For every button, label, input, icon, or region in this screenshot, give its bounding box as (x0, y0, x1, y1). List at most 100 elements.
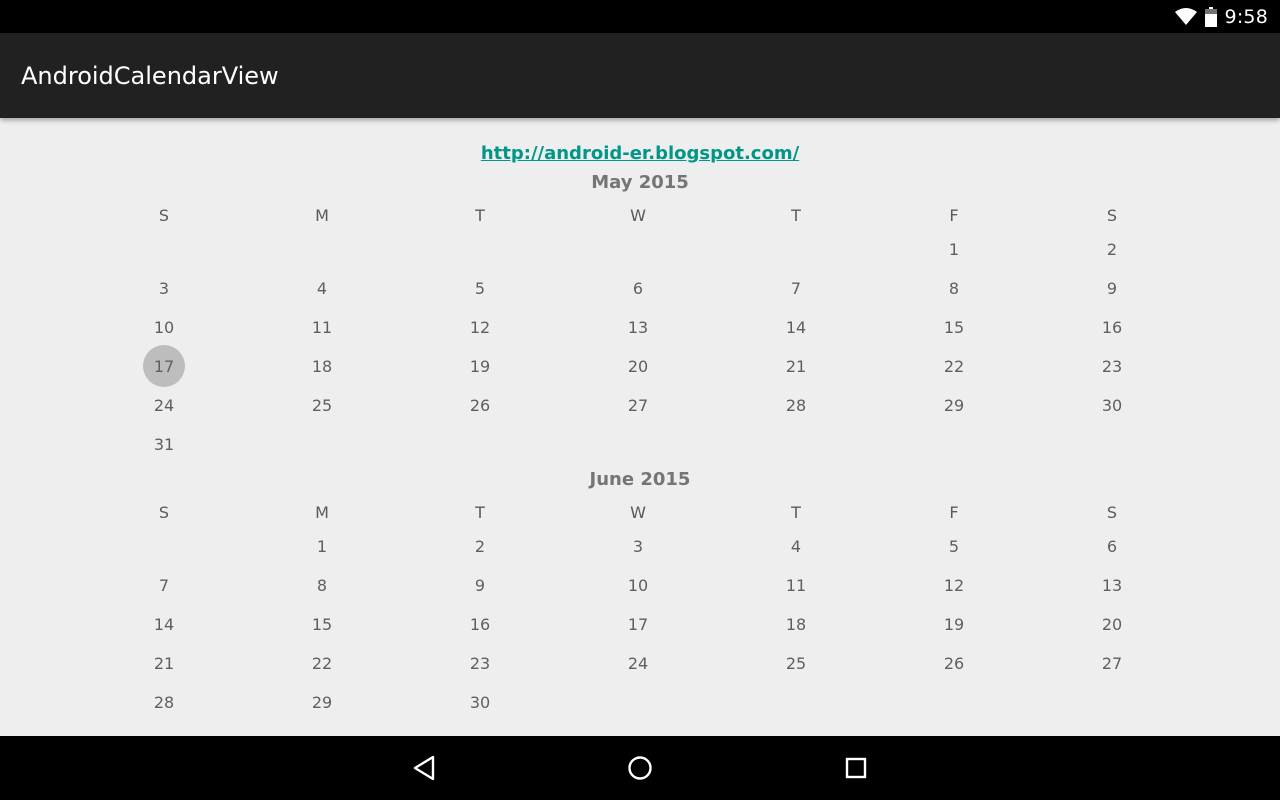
day-cell[interactable]: 20 (1033, 613, 1191, 635)
day-cell[interactable]: 17 (559, 613, 717, 635)
day-number: 19 (469, 356, 491, 376)
day-cell[interactable]: 5 (875, 535, 1033, 557)
day-of-week-label: T (791, 502, 801, 522)
day-cell[interactable]: 13 (1033, 574, 1191, 596)
day-cell[interactable]: 19 (875, 613, 1033, 635)
day-cell[interactable]: 29 (243, 691, 401, 713)
day-number: 15 (311, 614, 333, 634)
day-cell[interactable]: 2 (1033, 238, 1191, 260)
recents-icon (845, 757, 867, 779)
week-row: 7 8 9 10 11 12 13 (85, 574, 1191, 596)
day-cell[interactable]: 31 (85, 433, 243, 455)
day-number: 29 (943, 395, 965, 415)
empty-day-cell (559, 433, 717, 455)
day-number: 28 (785, 395, 807, 415)
day-cell[interactable]: 28 (717, 394, 875, 416)
day-number: 25 (311, 395, 333, 415)
day-cell[interactable]: 25 (717, 652, 875, 674)
day-cell[interactable]: 29 (875, 394, 1033, 416)
day-cell[interactable]: 27 (559, 394, 717, 416)
day-cell[interactable]: 1 (243, 535, 401, 557)
day-number: 14 (785, 317, 807, 337)
day-of-week-header: SMTWTFS (85, 204, 1191, 226)
day-cell[interactable]: 3 (559, 535, 717, 557)
day-cell[interactable]: 25 (243, 394, 401, 416)
day-cell[interactable]: 4 (243, 277, 401, 299)
day-cell[interactable]: 22 (875, 355, 1033, 377)
day-cell[interactable]: 1 (875, 238, 1033, 260)
empty-day-cell (1033, 433, 1191, 455)
day-number: 17 (153, 356, 175, 376)
day-number: 30 (469, 692, 491, 712)
day-cell[interactable]: 14 (717, 316, 875, 338)
status-clock: 9:58 (1224, 5, 1268, 28)
day-cell[interactable]: 22 (243, 652, 401, 674)
day-cell[interactable]: 14 (85, 613, 243, 635)
home-button[interactable] (624, 752, 656, 784)
month-title: June 2015 (589, 469, 691, 490)
day-cell[interactable]: 20 (559, 355, 717, 377)
day-cell[interactable]: 11 (717, 574, 875, 596)
day-number: 19 (943, 614, 965, 634)
day-cell[interactable]: 30 (401, 691, 559, 713)
day-cell[interactable]: 2 (401, 535, 559, 557)
back-button[interactable] (409, 752, 441, 784)
day-cell[interactable]: 23 (401, 652, 559, 674)
day-of-week-label: S (158, 502, 170, 522)
day-cell[interactable]: 24 (559, 652, 717, 674)
day-cell[interactable]: 12 (875, 574, 1033, 596)
blog-link[interactable]: http://android-er.blogspot.com/ (0, 143, 1280, 164)
day-cell[interactable]: 6 (1033, 535, 1191, 557)
day-cell[interactable]: 9 (1033, 277, 1191, 299)
calendar-content[interactable]: http://android-er.blogspot.com/ May 2015… (0, 118, 1280, 736)
day-cell[interactable]: 15 (875, 316, 1033, 338)
day-number: 22 (311, 653, 333, 673)
day-cell[interactable]: 24 (85, 394, 243, 416)
day-cell[interactable]: 9 (401, 574, 559, 596)
day-cell[interactable]: 26 (875, 652, 1033, 674)
day-cell[interactable]: 16 (1033, 316, 1191, 338)
day-cell[interactable]: 27 (1033, 652, 1191, 674)
day-cell-selected[interactable]: 17 (85, 345, 243, 387)
app-title: AndroidCalendarView (21, 62, 279, 90)
day-of-week-label: M (315, 205, 329, 225)
day-number: 16 (469, 614, 491, 634)
day-cell[interactable]: 26 (401, 394, 559, 416)
day-number: 20 (627, 356, 649, 376)
day-cell[interactable]: 3 (85, 277, 243, 299)
day-of-week-label: S (158, 205, 170, 225)
day-number: 5 (948, 536, 960, 556)
day-cell[interactable]: 18 (243, 355, 401, 377)
day-cell[interactable]: 6 (559, 277, 717, 299)
battery-icon (1204, 6, 1217, 27)
day-cell[interactable]: 5 (401, 277, 559, 299)
day-of-week-label: T (475, 502, 485, 522)
empty-day-cell (717, 691, 875, 713)
day-cell[interactable]: 21 (85, 652, 243, 674)
day-number: 27 (1101, 653, 1123, 673)
recents-button[interactable] (840, 752, 872, 784)
week-row: 31 (85, 433, 1191, 455)
day-number: 12 (469, 317, 491, 337)
day-cell[interactable]: 4 (717, 535, 875, 557)
day-cell[interactable]: 8 (243, 574, 401, 596)
day-cell[interactable]: 8 (875, 277, 1033, 299)
day-cell[interactable]: 28 (85, 691, 243, 713)
day-cell[interactable]: 30 (1033, 394, 1191, 416)
day-cell[interactable]: 19 (401, 355, 559, 377)
day-cell[interactable]: 16 (401, 613, 559, 635)
navigation-bar (0, 736, 1280, 800)
day-cell[interactable]: 13 (559, 316, 717, 338)
day-cell[interactable]: 21 (717, 355, 875, 377)
day-cell[interactable]: 10 (559, 574, 717, 596)
day-cell[interactable]: 10 (85, 316, 243, 338)
day-number: 8 (948, 278, 960, 298)
day-cell[interactable]: 7 (85, 574, 243, 596)
day-cell[interactable]: 11 (243, 316, 401, 338)
status-bar: 9:58 (0, 0, 1280, 33)
day-cell[interactable]: 18 (717, 613, 875, 635)
day-cell[interactable]: 15 (243, 613, 401, 635)
day-cell[interactable]: 7 (717, 277, 875, 299)
day-cell[interactable]: 23 (1033, 355, 1191, 377)
day-cell[interactable]: 12 (401, 316, 559, 338)
